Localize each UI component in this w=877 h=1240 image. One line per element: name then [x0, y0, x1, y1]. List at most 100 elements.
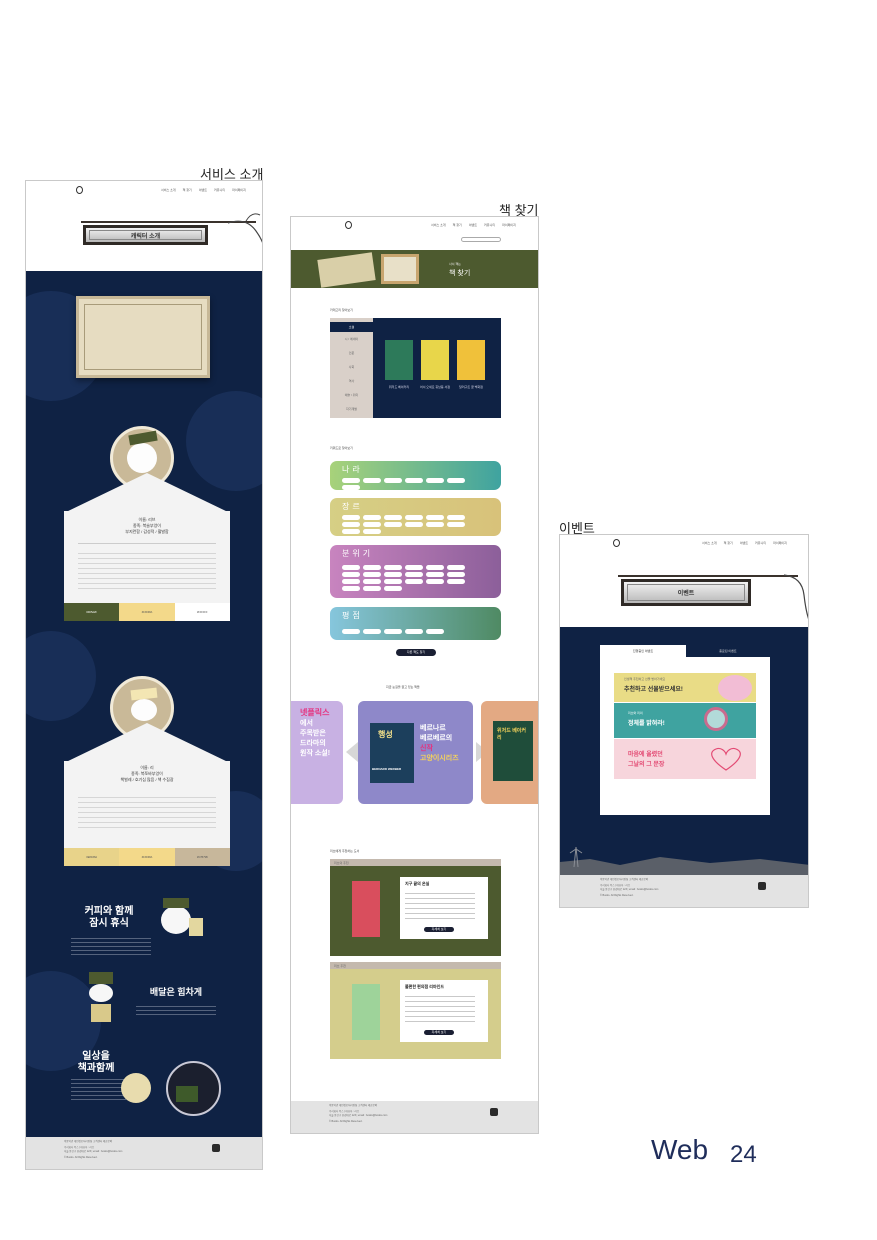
books-hero: 사서 책는 책 찾기 — [291, 250, 538, 288]
hero-title: 책 찾기 — [449, 270, 471, 277]
category-item-active[interactable]: 소설 — [330, 322, 373, 332]
filter-genre[interactable]: 장르 — [330, 498, 501, 536]
category-panel: 소설 시 / 에세이 인문 사회 역사 예술 / 취미 자기계발 위저드 베이커… — [330, 318, 501, 418]
magnifier-icon — [704, 707, 728, 731]
footer-links[interactable]: 이용약관 개인정보처리방침 고객센터 제휴문의 — [329, 1104, 377, 1108]
owl-coffee-illustration — [151, 896, 206, 941]
recommend-note: 불편한 편의점 리마인드 자세히 보기 — [400, 980, 488, 1042]
page-label: Web — [651, 1134, 709, 1165]
books-page-mockup: 서비스 소개 책 찾기 이벤트 커뮤니티 마이페이지 사서 책는 책 찾기 카테… — [290, 216, 539, 1134]
recommend-section-title: 리브에게 추천하는 도서 — [330, 849, 360, 853]
scroll-top-button[interactable] — [212, 1144, 220, 1152]
nav-item[interactable]: 마이페이지 — [232, 188, 246, 192]
book-cover[interactable] — [421, 340, 449, 380]
event-banner-2[interactable]: 리브와 리의 정체를 밝혀라! — [614, 703, 756, 738]
category-item[interactable]: 역사 — [330, 379, 373, 383]
branch-decoration — [227, 213, 262, 243]
event-banner-1[interactable]: 인생책 추천하고 선물 받아가세요 추천하고 선물받으세요! — [614, 673, 756, 702]
recommend-book-title: 불편한 편의점 리마인드 — [405, 984, 445, 989]
service-page-mockup: 서비스 소개 책 찾기 이벤트 커뮤니티 마이페이지 캐릭터 소개 이름: 리브… — [25, 180, 263, 1170]
event-sign: 이벤트 — [621, 579, 751, 606]
tab-ongoing[interactable]: 진행중인 이벤트 — [600, 645, 686, 657]
owl-delivery-illustration — [81, 966, 126, 1026]
category-item[interactable]: 예술 / 취미 — [330, 393, 373, 397]
scroll-top-button[interactable] — [758, 882, 766, 890]
scroll-top-button[interactable] — [490, 1108, 498, 1116]
book-cover — [352, 984, 380, 1040]
nav-item[interactable]: 이벤트 — [740, 541, 748, 545]
category-item[interactable]: 자기계발 — [330, 407, 373, 411]
footer-address: 서울 용산구 한강대로 123 | email : books@books.co… — [329, 1114, 388, 1117]
filter-mood[interactable]: 분위기 — [330, 545, 501, 598]
trending-slide-prev[interactable]: 넷플릭스 에서 주목받은 드라마의 원작 소설! — [291, 701, 343, 804]
nav-item[interactable]: 커뮤니티 — [214, 188, 225, 192]
tab-ended[interactable]: 종료된 이벤트 — [686, 645, 770, 657]
swatch: #F3D98A — [119, 603, 175, 621]
nav-item[interactable]: 마이페이지 — [773, 541, 787, 545]
trending-slide-next[interactable]: 위저드 베이커리 — [481, 701, 538, 804]
keyword-search-button[interactable]: 다른 책도 찾기 — [396, 649, 436, 656]
logo[interactable] — [345, 221, 352, 229]
footer-links[interactable]: 이용약관 개인정보처리방침 고객센터 제휴문의 — [64, 1140, 112, 1144]
logo[interactable] — [613, 539, 620, 547]
slider-prev-arrow[interactable] — [346, 742, 358, 762]
sign-rod — [618, 575, 798, 577]
nav-item[interactable]: 커뮤니티 — [484, 223, 495, 227]
logo[interactable] — [76, 186, 83, 194]
nav-item[interactable]: 서비스 소개 — [702, 541, 717, 545]
nav-item[interactable]: 책 찾기 — [183, 188, 192, 192]
footer-links[interactable]: 이용약관 개인정보처리방침 고객센터 제휴문의 — [600, 878, 648, 882]
category-item[interactable]: 인문 — [330, 351, 373, 355]
keyword-section-title: 키워드로 찾아보기 — [330, 446, 353, 450]
tree-silhouette — [560, 846, 808, 877]
page-number: 24 — [730, 1141, 757, 1168]
event-navy-section: 진행중인 이벤트 종료된 이벤트 인생책 추천하고 선물 받아가세요 추천하고 … — [560, 627, 808, 877]
search-input[interactable] — [461, 237, 501, 242]
event-banner-3[interactable]: 마음에 울렸던 그날의 그 문장 — [614, 739, 756, 779]
filter-rating[interactable]: 평점 — [330, 607, 501, 640]
recommend-tag: 리브 추천 — [334, 964, 346, 968]
swatch: #FFFFFF — [174, 603, 230, 621]
char1-color-palette: #4D5A2F #F3D98A #FFFFFF — [64, 603, 230, 621]
book-title: 어서 오세요 휴남동 서점 — [419, 385, 451, 389]
book-cover[interactable] — [457, 340, 485, 380]
book-cover[interactable] — [385, 340, 413, 380]
book-title: 달러구트 꿈 백화점 — [459, 385, 483, 389]
nav-item[interactable]: 서비스 소개 — [161, 188, 176, 192]
recommend-tag: 리브의 추천 — [334, 861, 349, 865]
footer: 이용약관 개인정보처리방침 고객센터 제휴문의 주식회사 북스 | 대표자 : … — [560, 875, 808, 907]
footer-copyright: © Books. All Rights Reserved. — [64, 1156, 98, 1159]
swatch: #E8D38A — [64, 848, 120, 866]
footer: 이용약관 개인정보처리방침 고객센터 제휴문의 주식회사 북스 | 대표자 : … — [291, 1101, 538, 1133]
nav-item[interactable]: 서비스 소개 — [431, 223, 446, 227]
book-title: 위저드 베이커리 — [388, 385, 410, 389]
nav-item[interactable]: 책 찾기 — [453, 223, 462, 227]
top-nav: 서비스 소개 책 찾기 이벤트 커뮤니티 마이페이지 — [161, 188, 246, 192]
nav-item[interactable]: 이벤트 — [199, 188, 207, 192]
certificate-image — [76, 296, 210, 378]
book-cover — [352, 881, 380, 937]
event-page-mockup: 서비스 소개 책 찾기 이벤트 커뮤니티 마이페이지 이벤트 진행중인 이벤트 … — [559, 534, 809, 908]
nav-item[interactable]: 마이페이지 — [502, 223, 516, 227]
char1-traits: 부지런함 / 감성적 / 활발함 — [125, 529, 169, 534]
footer: 이용약관 개인정보처리방침 고객센터 제휴문의 주식회사 북스 | 대표자 : … — [26, 1137, 262, 1169]
swatch: #4D5A2F — [64, 603, 120, 621]
trending-section-title: 지금 눈길을 끌고 있는 책들 — [386, 685, 420, 689]
char2-color-palette: #E8D38A #F3D98A #C7B79B — [64, 848, 230, 866]
category-item[interactable]: 시 / 에세이 — [330, 337, 373, 341]
character-intro-sign: 캐릭터 소개 — [83, 225, 208, 245]
char2-card: 이름: 리 종족: 북쪼바부엉이 책벌레 / 호기심 많음 / 책 수집광 #E… — [64, 723, 230, 866]
nav-item[interactable]: 이벤트 — [469, 223, 477, 227]
recommend-note: 지구 끝의 온실 자세히 보기 — [400, 877, 488, 939]
nav-item[interactable]: 커뮤니티 — [755, 541, 766, 545]
trending-slide-current[interactable]: 행성 BERNARD WERBER 베르나르 베르베르의 신작 고양이시리즈 — [358, 701, 473, 804]
char2-traits: 책벌레 / 호기심 많음 / 책 수집광 — [120, 777, 174, 782]
footer-address: 서울 용산구 한강대로 123 | email : books@books.co… — [64, 1150, 123, 1153]
filter-country[interactable]: 나라 — [330, 461, 501, 490]
category-item[interactable]: 사회 — [330, 365, 373, 369]
recommend-detail-button[interactable]: 자세히 보기 — [424, 1030, 454, 1035]
nav-item[interactable]: 책 찾기 — [724, 541, 733, 545]
top-nav: 서비스 소개 책 찾기 이벤트 커뮤니티 마이페이지 — [702, 541, 787, 545]
category-sidebar: 소설 시 / 에세이 인문 사회 역사 예술 / 취미 자기계발 — [330, 318, 373, 418]
recommend-detail-button[interactable]: 자세히 보기 — [424, 927, 454, 932]
